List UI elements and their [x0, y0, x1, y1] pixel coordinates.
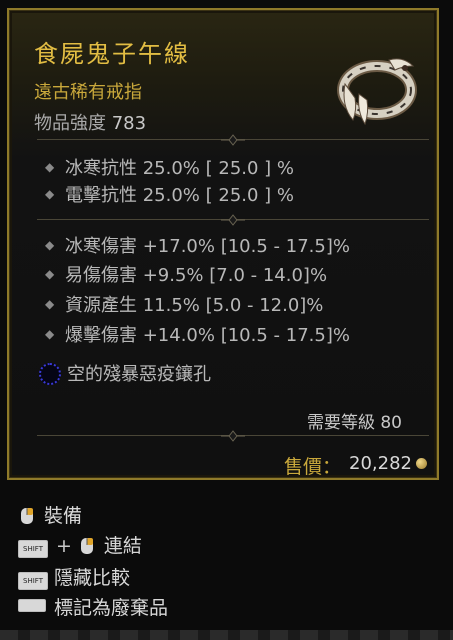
item-power: 物品強度 783 — [34, 109, 146, 135]
item-name: 食屍鬼子午線 — [34, 40, 190, 68]
action-hints: 裝備 SHIFT + 連結 SHIFT 隱藏比較 標記為廢棄品 — [0, 485, 453, 640]
affix-row: ◆ 資源產生 11.5% [5.0 - 12.0]% — [45, 295, 324, 316]
space-key-icon — [18, 599, 46, 612]
right-mouse-icon — [80, 538, 93, 554]
gold-coin-icon — [416, 458, 427, 469]
affix-row: ◆ 易傷傷害 +9.5% [7.0 - 14.0]% — [45, 265, 328, 286]
equip-label: 裝備 — [44, 505, 83, 527]
divider — [37, 214, 429, 226]
mark-junk-action[interactable]: 標記為廢棄品 — [18, 593, 169, 619]
mark-junk-label: 標記為廢棄品 — [54, 597, 169, 619]
divider — [37, 134, 429, 146]
affix-row: ◆ 爆擊傷害 +14.0% [10.5 - 17.5]% — [45, 325, 350, 346]
bullet-icon: ◆ — [45, 238, 55, 252]
item-power-label: 物品強度 — [34, 113, 106, 134]
link-label: 連結 — [103, 535, 142, 557]
socket-text: 空的殘暴惡疫鑲孔 — [67, 364, 211, 385]
item-tooltip: 食屍鬼子午線 遠古稀有戒指 物品強度 783 ◆ 冰寒抗性 25.0% [ 25.… — [7, 8, 439, 480]
bullet-icon: ◆ — [45, 160, 55, 174]
item-rarity-type: 遠古稀有戒指 — [34, 82, 142, 103]
price-label: 售價： — [284, 456, 342, 478]
right-mouse-icon — [21, 508, 33, 524]
bottom-trim — [0, 630, 453, 640]
equip-action[interactable]: 裝備 — [18, 501, 83, 527]
socket-row: 空的殘暴惡疫鑲孔 — [39, 360, 211, 386]
ring-icon — [331, 50, 421, 128]
bullet-icon: ◆ — [45, 187, 55, 201]
base-stat-row: ◆ 電擊抗性 25.0% [ 25.0 ] % — [45, 185, 295, 206]
shift-key-icon: SHIFT — [18, 572, 48, 590]
affix-row: ◆ 冰寒傷害 +17.0% [10.5 - 17.5]% — [45, 236, 350, 257]
empty-socket-icon — [39, 363, 61, 385]
hide-compare-action[interactable]: SHIFT 隱藏比較 — [18, 563, 131, 590]
item-power-value: 783 — [111, 113, 147, 134]
bullet-icon: ◆ — [45, 327, 55, 341]
bullet-icon: ◆ — [45, 267, 55, 281]
shift-key-icon: SHIFT — [18, 540, 48, 558]
divider — [37, 430, 429, 442]
price-value: 20,282 — [349, 453, 412, 474]
link-action[interactable]: SHIFT + 連結 — [18, 531, 142, 558]
base-stat-row: ◆ 冰寒抗性 25.0% [ 25.0 ] % — [45, 158, 295, 179]
bullet-icon: ◆ — [45, 297, 55, 311]
hide-compare-label: 隱藏比較 — [54, 567, 131, 589]
